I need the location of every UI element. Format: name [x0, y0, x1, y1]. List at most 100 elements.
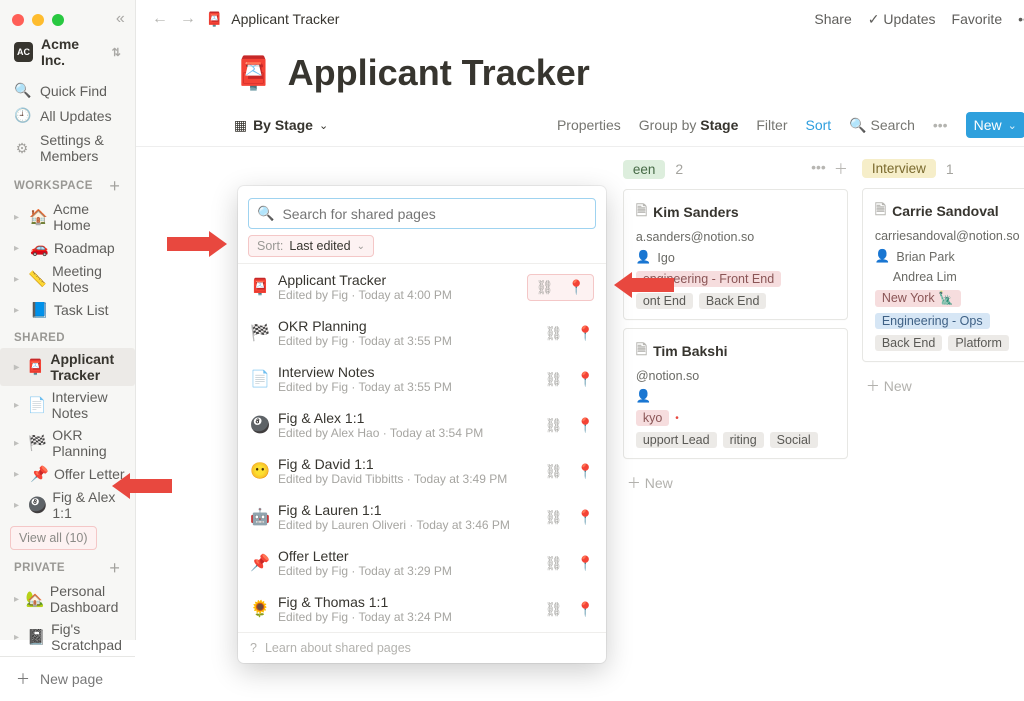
new-button[interactable]: New ⌄: [966, 112, 1024, 138]
breadcrumb-emoji-icon: 📮: [206, 11, 223, 28]
link-icon[interactable]: ⛓: [545, 601, 563, 618]
disclosure-triangle-icon[interactable]: ▸: [14, 362, 20, 373]
forward-icon[interactable]: →: [178, 10, 198, 28]
page-title[interactable]: 📮 Applicant Tracker: [234, 52, 1024, 94]
pin-icon[interactable]: 📍: [577, 555, 594, 572]
sidebar-page-item[interactable]: ▸ 📘 Task List: [0, 298, 135, 322]
collapse-sidebar-icon[interactable]: «: [116, 10, 125, 28]
updates-button[interactable]: ✓ Updates: [868, 11, 936, 28]
popup-page-item[interactable]: 📄 Interview Notes Edited by Fig · Today …: [238, 356, 606, 402]
disclosure-triangle-icon[interactable]: ▸: [14, 243, 24, 254]
disclosure-triangle-icon[interactable]: ▸: [14, 212, 23, 223]
breadcrumb[interactable]: 📮 Applicant Tracker: [206, 11, 340, 28]
popup-search-input[interactable]: [282, 206, 587, 222]
sidebar-page-item[interactable]: ▸ 🏠 Acme Home: [0, 198, 135, 236]
pin-icon[interactable]: 📍: [577, 463, 594, 480]
card-email: a.sanders@notion.so: [636, 230, 754, 244]
group-by-button[interactable]: Group by Stage: [639, 117, 739, 133]
column-add-icon[interactable]: ＋: [834, 159, 848, 179]
add-private-page-icon[interactable]: ＋: [109, 560, 121, 576]
popup-page-item[interactable]: 🤖 Fig & Lauren 1:1 Edited by Lauren Oliv…: [238, 494, 606, 540]
board-card[interactable]: 🗎Kim Sanders a.sanders@notion.so 👤Igo en…: [623, 189, 848, 320]
page-icon: 🗎: [636, 200, 647, 224]
pin-icon[interactable]: 📍: [577, 601, 594, 618]
popup-page-item[interactable]: 📌 Offer Letter Edited by Fig · Today at …: [238, 540, 606, 586]
link-icon[interactable]: ⛓: [536, 279, 554, 296]
popup-sort[interactable]: Sort: Last edited ⌄: [248, 235, 374, 257]
pin-icon[interactable]: 📍: [577, 509, 594, 526]
popup-footer[interactable]: ? Learn about shared pages: [238, 632, 606, 663]
popup-sort-label: Sort:: [257, 239, 283, 253]
view-label: By Stage: [253, 117, 313, 133]
sidebar-page-item[interactable]: ▸ 🚗 Roadmap: [0, 236, 135, 260]
popup-page-item[interactable]: 😶 Fig & David 1:1 Edited by David Tibbit…: [238, 448, 606, 494]
person-icon: 👤: [636, 389, 652, 404]
disclosure-triangle-icon[interactable]: ▸: [14, 274, 22, 285]
pin-icon[interactable]: 📍: [577, 417, 594, 434]
search-button[interactable]: 🔍 Search: [849, 117, 915, 134]
add-card-button[interactable]: ＋ New: [623, 467, 848, 499]
share-button[interactable]: Share: [814, 11, 851, 27]
disclosure-triangle-icon[interactable]: ▸: [14, 469, 24, 480]
favorite-button[interactable]: Favorite: [952, 11, 1003, 27]
maximize-window-icon[interactable]: [52, 14, 64, 26]
view-all-shared[interactable]: View all (10): [10, 526, 97, 550]
sidebar-page-item[interactable]: ▸ 📮 Applicant Tracker: [0, 348, 135, 386]
page-emoji-icon: 🌻: [250, 599, 268, 619]
sidebar-page-item[interactable]: ▸ 🏡 Personal Dashboard: [0, 580, 135, 618]
disclosure-triangle-icon[interactable]: ▸: [14, 305, 24, 316]
link-icon[interactable]: ⛓: [545, 371, 563, 388]
add-card-button[interactable]: ＋ New: [862, 370, 1024, 402]
board-column-screen: een 2 ••• ＋ 🗎Kim Sanders a.sanders@notio…: [623, 159, 848, 499]
sort-button[interactable]: Sort: [806, 117, 832, 133]
link-icon[interactable]: ⛓: [545, 463, 563, 480]
board-card[interactable]: 🗎Tim Bakshi @notion.so 👤 kyo• upport Lea…: [623, 328, 848, 459]
popup-page-item[interactable]: 🏁 OKR Planning Edited by Fig · Today at …: [238, 310, 606, 356]
pin-icon[interactable]: 📍: [577, 371, 594, 388]
filter-button[interactable]: Filter: [756, 117, 787, 133]
board-card[interactable]: 🗎Carrie Sandoval carriesandoval@notion.s…: [862, 188, 1024, 362]
disclosure-triangle-icon[interactable]: ▸: [14, 594, 20, 605]
link-icon[interactable]: ⛓: [545, 555, 563, 572]
properties-button[interactable]: Properties: [557, 117, 621, 133]
disclosure-triangle-icon[interactable]: ▸: [14, 632, 21, 643]
disclosure-triangle-icon[interactable]: ▸: [14, 438, 22, 449]
link-icon[interactable]: ⛓: [545, 509, 563, 526]
page-label: Meeting Notes: [52, 263, 125, 295]
annotation-arrow-icon: [112, 473, 172, 499]
minimize-window-icon[interactable]: [32, 14, 44, 26]
new-page-button[interactable]: ＋ New page: [0, 656, 135, 701]
page-emoji-icon: 📄: [28, 396, 46, 414]
all-updates[interactable]: 🕘 All Updates: [0, 103, 135, 128]
page-label: Personal Dashboard: [50, 583, 125, 615]
page-emoji-icon: 📘: [30, 301, 48, 319]
link-icon[interactable]: ⛓: [545, 417, 563, 434]
close-window-icon[interactable]: [12, 14, 24, 26]
back-icon[interactable]: ←: [150, 10, 170, 28]
group-by-prefix: Group by: [639, 117, 697, 133]
sidebar-page-item[interactable]: ▸ 📄 Interview Notes: [0, 386, 135, 424]
link-icon[interactable]: ⛓: [545, 325, 563, 342]
more-db-icon[interactable]: •••: [933, 117, 948, 133]
popup-search[interactable]: 🔍: [248, 198, 596, 229]
popup-page-item[interactable]: 🎱 Fig & Alex 1:1 Edited by Alex Hao · To…: [238, 402, 606, 448]
more-icon[interactable]: •••: [1018, 11, 1024, 27]
settings-members[interactable]: ⚙ Settings & Members: [0, 128, 135, 168]
sidebar-page-item[interactable]: ▸ 📏 Meeting Notes: [0, 260, 135, 298]
view-switcher[interactable]: ▦ By Stage ⌄: [234, 117, 328, 134]
popup-page-item[interactable]: 🌻 Fig & Thomas 1:1 Edited by Fig · Today…: [238, 586, 606, 632]
disclosure-triangle-icon[interactable]: ▸: [14, 400, 22, 411]
add-workspace-page-icon[interactable]: ＋: [109, 178, 121, 194]
sidebar-page-item[interactable]: ▸ 🏁 OKR Planning: [0, 424, 135, 462]
popup-page-item[interactable]: 📮 Applicant Tracker Edited by Fig · Toda…: [238, 264, 606, 310]
search-label: Search: [871, 117, 915, 133]
pin-icon[interactable]: 📍: [577, 325, 594, 342]
group-by-value: Stage: [700, 117, 738, 133]
pin-icon[interactable]: 📍: [568, 279, 585, 296]
workspace-switcher[interactable]: AC Acme Inc. ⇅: [0, 32, 135, 78]
quick-find[interactable]: 🔍 Quick Find: [0, 78, 135, 103]
disclosure-triangle-icon[interactable]: ▸: [14, 500, 22, 511]
sidebar-page-item[interactable]: ▸ 📓 Fig's Scratchpad: [0, 618, 135, 656]
new-page-label: New page: [40, 671, 103, 687]
column-more-icon[interactable]: •••: [811, 159, 826, 179]
